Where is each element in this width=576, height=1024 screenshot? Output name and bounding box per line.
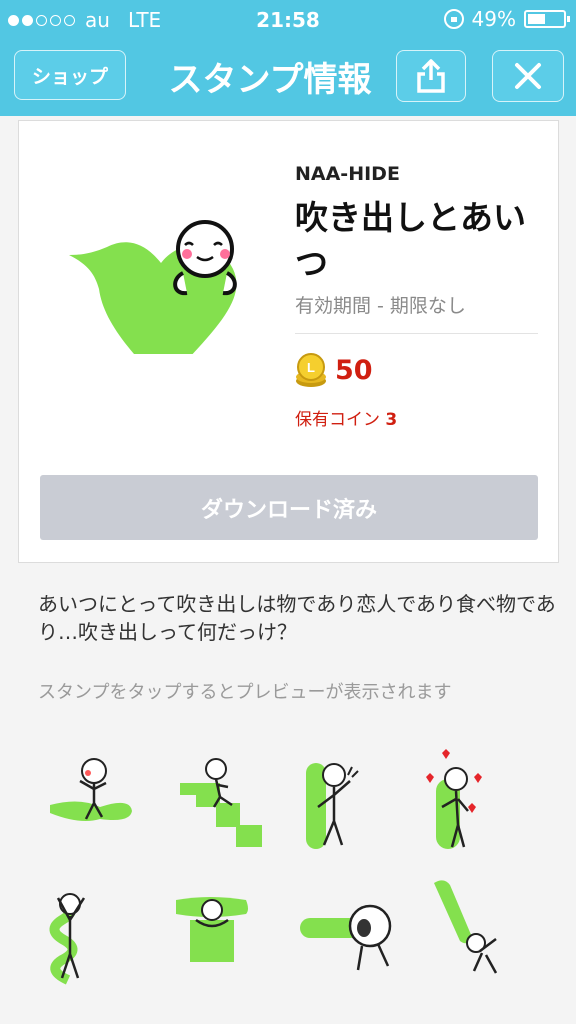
sticker-preview-7[interactable] bbox=[292, 880, 412, 990]
author-name: NAA-HIDE bbox=[295, 163, 400, 185]
status-right: 49% bbox=[443, 7, 570, 31]
owned-coins-label: 保有コイン bbox=[295, 410, 380, 430]
share-button[interactable] bbox=[396, 50, 466, 102]
battery-level bbox=[528, 14, 545, 24]
battery-icon bbox=[524, 10, 570, 28]
sticker-preview-1[interactable] bbox=[40, 753, 160, 863]
sticker-preview-2[interactable] bbox=[170, 753, 290, 863]
download-button[interactable]: ダウンロード済み bbox=[40, 475, 538, 540]
owned-coins: 保有コイン 3 bbox=[295, 405, 397, 430]
shop-button[interactable]: ショップ bbox=[14, 50, 126, 100]
navigation-bar: ショップ スタンプ情報 bbox=[0, 38, 576, 116]
sticker-title: 吹き出しとあいつ bbox=[295, 198, 526, 283]
sticker-preview-5[interactable] bbox=[40, 880, 160, 990]
sticker-preview-4[interactable] bbox=[420, 749, 540, 859]
sticker-description: あいつにとって吹き出しは物であり恋人であり食べ物であり…吹き出しって何だっけ？ bbox=[38, 592, 556, 644]
price: 50 bbox=[335, 355, 373, 386]
sticker-preview-6[interactable] bbox=[170, 880, 290, 990]
battery-percent: 49% bbox=[471, 7, 516, 31]
status-bar: au LTE 21:58 49% bbox=[0, 0, 576, 38]
rotation-lock-icon bbox=[443, 9, 464, 29]
sticker-thumbnail[interactable] bbox=[67, 169, 247, 354]
svg-text:L: L bbox=[307, 360, 315, 375]
close-button[interactable] bbox=[492, 50, 564, 102]
validity-period: 有効期間 - 期限なし bbox=[295, 295, 466, 317]
owned-coins-count: 3 bbox=[385, 410, 398, 430]
divider bbox=[295, 333, 538, 334]
sticker-preview-8[interactable] bbox=[420, 875, 540, 985]
preview-hint: スタンプをタップするとプレビューが表示されます bbox=[38, 682, 452, 703]
close-icon bbox=[515, 63, 541, 89]
coin-icon: L bbox=[296, 353, 326, 387]
sticker-preview-3[interactable] bbox=[292, 753, 412, 863]
page-title: スタンプ情報 bbox=[168, 60, 372, 100]
sticker-info-card: NAA-HIDE 吹き出しとあいつ 有効期間 - 期限なし L 50 保有コイン… bbox=[18, 120, 559, 563]
share-icon bbox=[417, 59, 445, 93]
